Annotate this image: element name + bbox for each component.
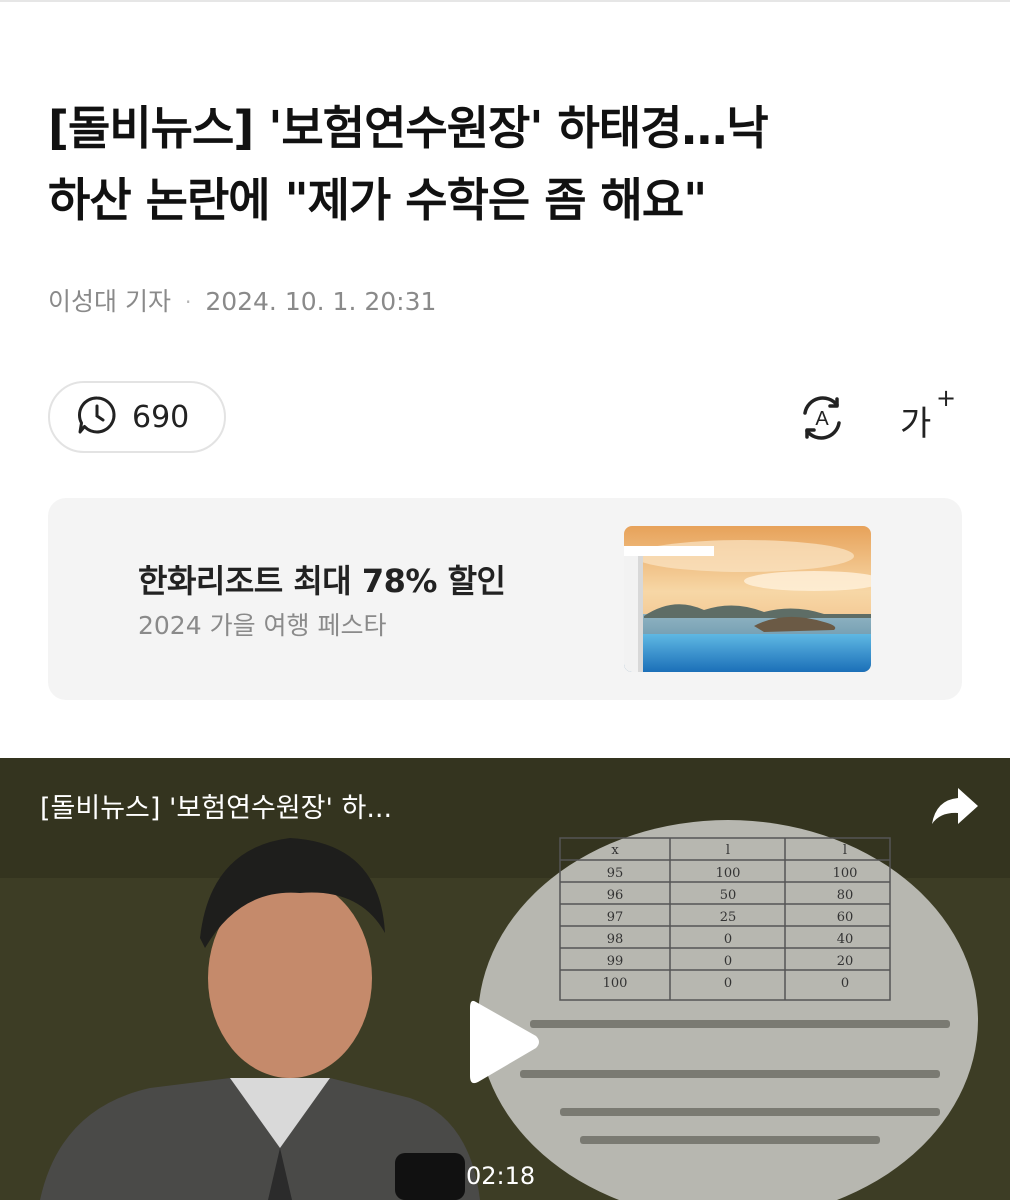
ad-resort-image <box>624 526 871 672</box>
table-cell: 99 <box>607 954 624 969</box>
ad-subtitle: 2024 가을 여행 페스타 <box>138 611 387 640</box>
table-cell: 50 <box>720 888 737 903</box>
top-divider <box>0 0 1010 2</box>
table-cell: 60 <box>837 910 854 925</box>
author-name[interactable]: 이성대 기자 <box>48 282 171 322</box>
font-size-label: 가 <box>900 404 932 444</box>
font-size-icon: 가 + <box>894 384 957 446</box>
chat-clock-icon <box>76 394 118 440</box>
video-duration: 02:18 <box>466 1162 536 1190</box>
table-cell: 98 <box>607 932 624 947</box>
table-cell: 0 <box>841 976 849 991</box>
table-cell: 0 <box>724 932 732 947</box>
font-size-plus: + <box>936 384 957 412</box>
view-count: 690 <box>132 399 190 435</box>
article-title: [돌비뉴스] '보험연수원장' 하태경…낙 하산 논란에 "제가 수학은 좀 해… <box>48 92 968 236</box>
table-cell: 96 <box>607 888 624 903</box>
video-player[interactable]: x l l 95 100 100 96 50 80 97 25 60 98 0 … <box>0 758 1010 1200</box>
article-title-line-2: 하산 논란에 "제가 수학은 좀 해요" <box>48 173 707 227</box>
table-cell: 95 <box>607 866 624 881</box>
table-cell: 0 <box>724 954 732 969</box>
ad-title: 한화리조트 최대 78% 할인 <box>138 562 506 600</box>
translate-button[interactable]: A <box>792 388 852 448</box>
view-count-button[interactable]: 690 <box>48 381 226 453</box>
table-cell: 25 <box>720 910 737 925</box>
article-meta: 이성대 기자 · 2024. 10. 1. 20:31 <box>48 282 436 322</box>
article-title-line-1: [돌비뉴스] '보험연수원장' 하태경…낙 <box>48 101 769 155</box>
video-title: [돌비뉴스] '보험연수원장' 하... <box>40 793 393 824</box>
share-icon <box>932 788 978 824</box>
table-cell: 100 <box>716 866 741 881</box>
svg-text:A: A <box>815 408 829 430</box>
publish-datetime: 2024. 10. 1. 20:31 <box>205 287 437 316</box>
meta-separator: · <box>184 290 192 314</box>
table-cell: 80 <box>837 888 854 903</box>
table-cell: 0 <box>724 976 732 991</box>
table-cell: 100 <box>833 866 858 881</box>
table-cell: 40 <box>837 932 854 947</box>
table-cell: 20 <box>837 954 854 969</box>
table-cell: 97 <box>607 910 624 925</box>
table-header-l1: l <box>726 843 730 858</box>
translate-icon: A <box>803 396 841 440</box>
table-header-x: x <box>611 843 619 858</box>
table-header-l2: l <box>843 843 847 858</box>
table-cell: 100 <box>603 976 628 991</box>
ad-banner[interactable]: 한화리조트 최대 78% 할인 2024 가을 여행 페스타 <box>48 498 962 700</box>
share-button[interactable] <box>928 784 982 828</box>
play-button[interactable] <box>466 996 542 1088</box>
play-icon <box>470 1000 539 1084</box>
font-size-button[interactable]: 가 + <box>894 384 957 446</box>
